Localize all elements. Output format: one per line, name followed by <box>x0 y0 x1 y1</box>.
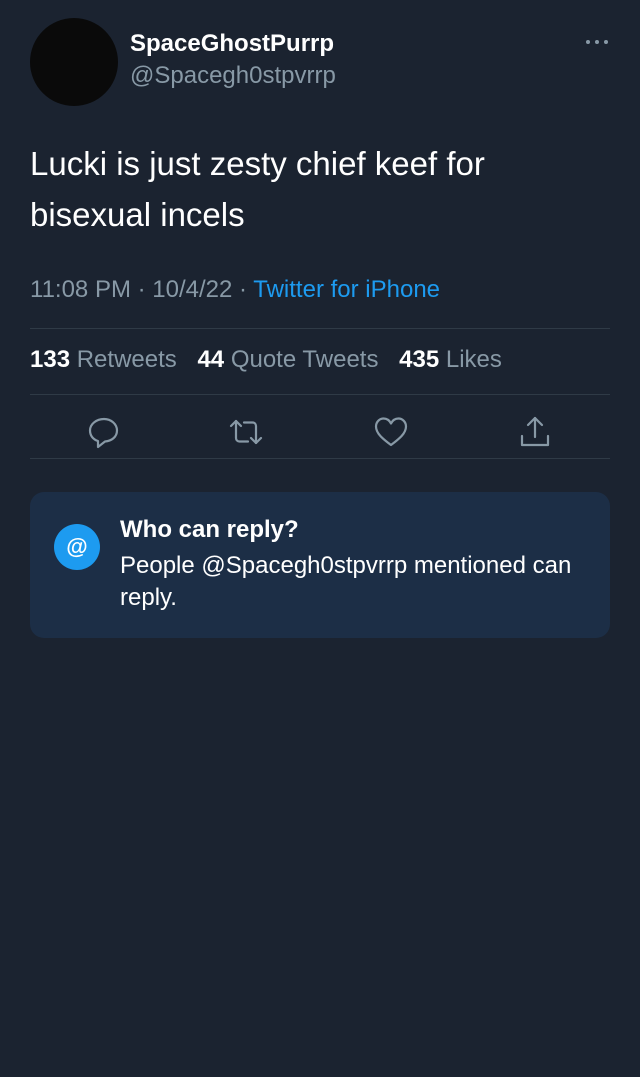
tweet-text: Lucki is just zesty chief keef for bisex… <box>30 145 485 233</box>
retweet-button[interactable] <box>228 414 264 450</box>
divider <box>30 394 610 395</box>
retweet-icon <box>229 419 263 445</box>
tweet-date: 10/4/22 <box>152 276 233 303</box>
share-button[interactable] <box>517 414 553 450</box>
share-icon <box>520 416 550 447</box>
divider <box>30 328 610 329</box>
divider <box>30 458 610 459</box>
author-handle[interactable]: @Spacegh0stpvrrp <box>130 62 336 90</box>
more-dot-icon <box>604 40 608 44</box>
avatar[interactable] <box>30 18 118 106</box>
like-icon <box>374 417 408 447</box>
retweets-label: Retweets <box>76 346 177 373</box>
tweet-stats: 133 Retweets 44 Quote Tweets 435 Likes <box>30 346 516 374</box>
quote-tweets-label: Quote Tweets <box>230 346 379 373</box>
tweet-detail-view: SpaceGhostPurrp @Spacegh0stpvrrp Lucki i… <box>0 0 640 1077</box>
more-options-button[interactable] <box>580 32 614 52</box>
likes-label: Likes <box>445 346 502 373</box>
quote-tweets-stat[interactable]: 44 Quote Tweets <box>197 346 378 373</box>
like-button[interactable] <box>373 414 409 450</box>
retweets-count: 133 <box>30 346 71 373</box>
meta-separator: · <box>232 276 254 303</box>
meta-separator: · <box>130 276 153 303</box>
who-can-reply-title: Who can reply? <box>120 516 299 543</box>
more-dot-icon <box>595 40 599 44</box>
tweet-source-link[interactable]: Twitter for iPhone <box>253 276 440 303</box>
author-display-name[interactable]: SpaceGhostPurrp <box>130 30 334 58</box>
retweets-stat[interactable]: 133 Retweets <box>30 346 177 373</box>
more-dot-icon <box>586 40 590 44</box>
reply-button[interactable] <box>86 414 122 450</box>
who-can-reply-description: People @Spacegh0stpvrrp mentioned can re… <box>120 552 572 611</box>
quote-tweets-count: 44 <box>197 346 225 373</box>
reply-icon <box>88 417 119 449</box>
tweet-meta: 11:08 PM · 10/4/22 · Twitter for iPhone <box>30 276 440 304</box>
who-can-reply-card: @ Who can reply? People @Spacegh0stpvrrp… <box>30 492 610 638</box>
tweet-time: 11:08 PM <box>30 276 131 303</box>
likes-count: 435 <box>399 346 440 373</box>
likes-stat[interactable]: 435 Likes <box>399 346 502 373</box>
at-sign-icon: @ <box>54 524 100 570</box>
